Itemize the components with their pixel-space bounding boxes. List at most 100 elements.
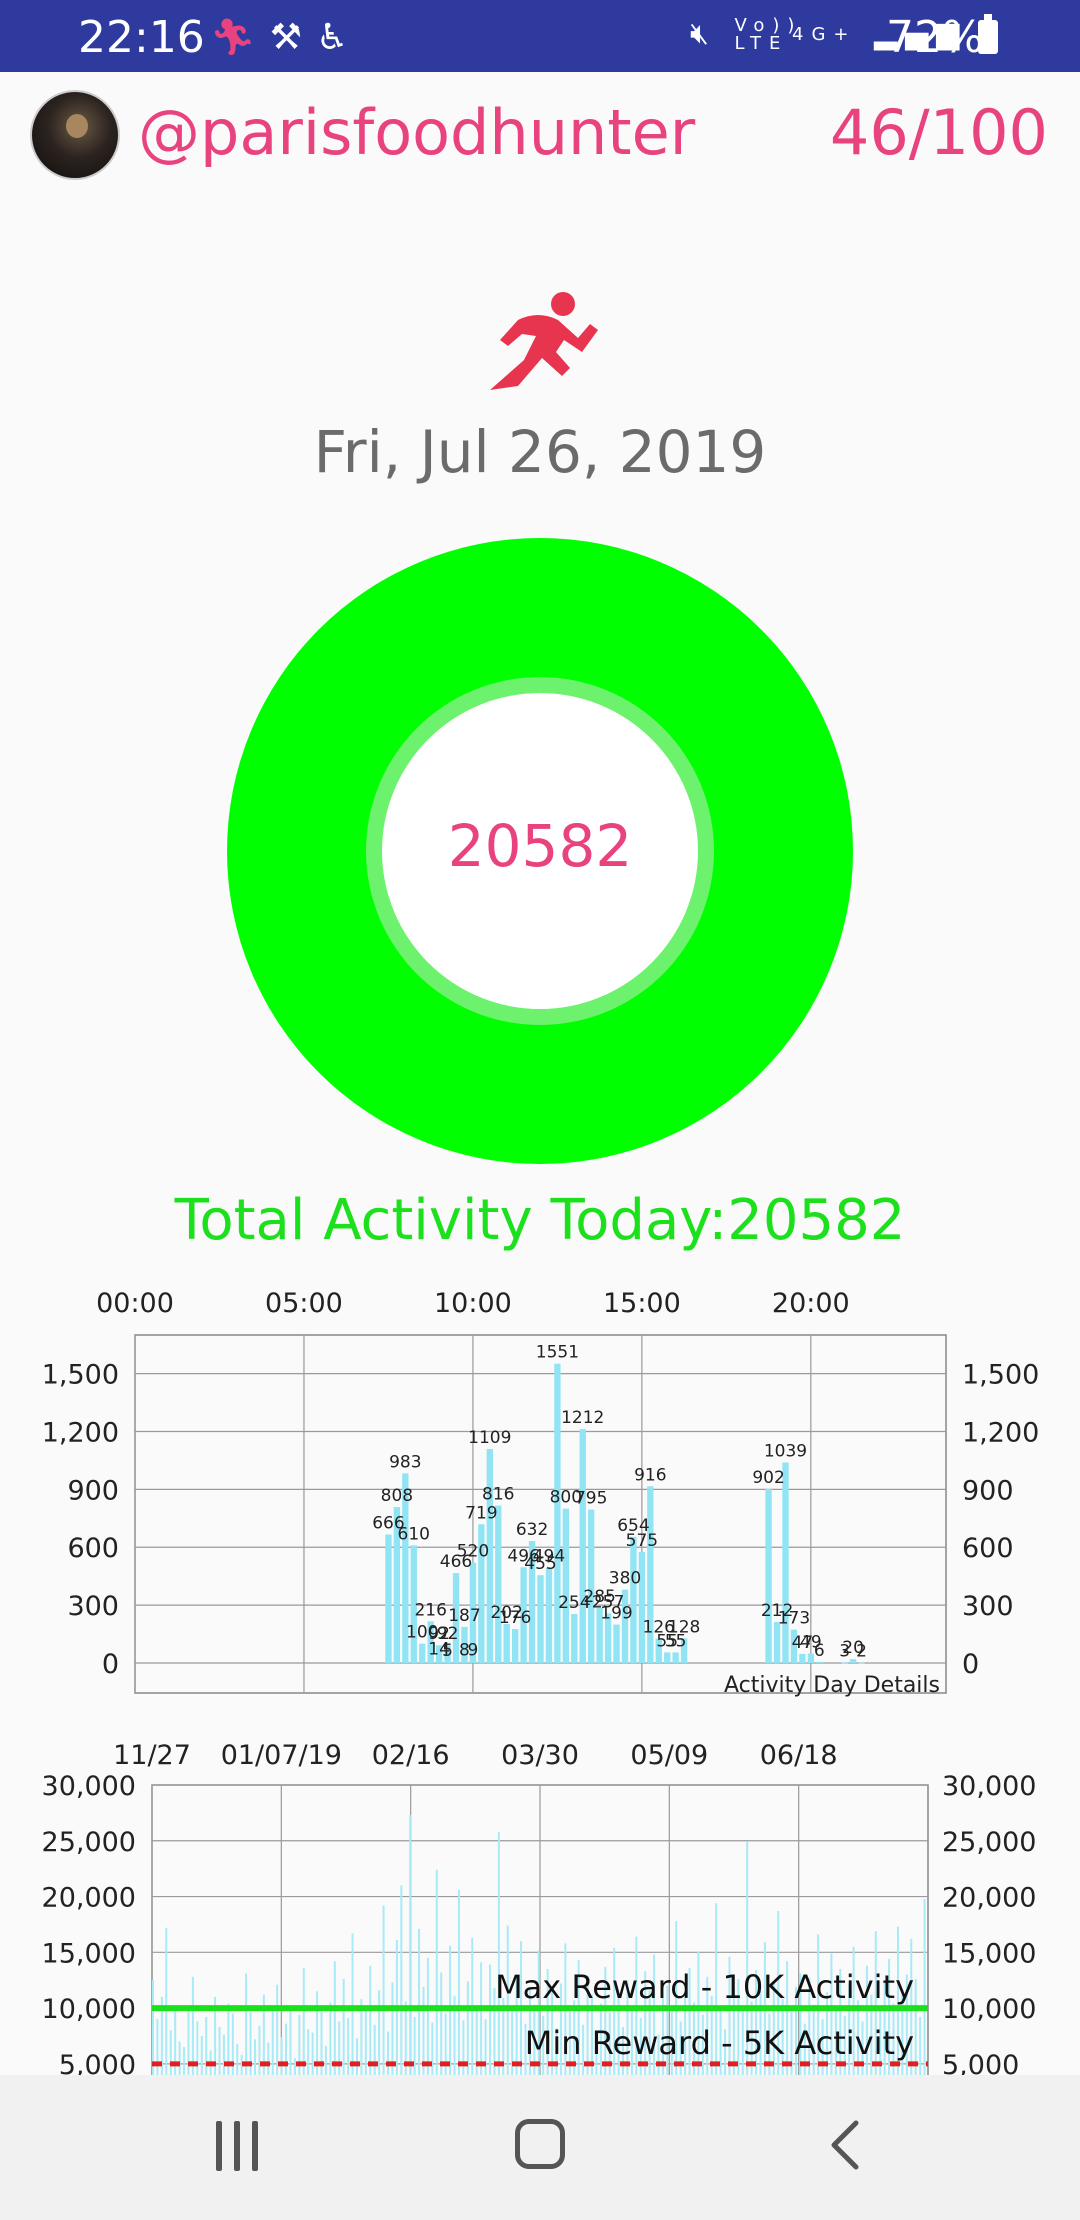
history-bar — [271, 2010, 274, 2075]
history-bar — [351, 1933, 354, 2075]
history-bar — [191, 1976, 194, 2075]
volte-icon: Vo)) LTE — [734, 14, 803, 54]
broom-icon: ⚒ — [269, 17, 316, 58]
history-bar — [156, 2019, 159, 2075]
history-bar — [355, 2038, 358, 2075]
activity-bar — [545, 1567, 553, 1663]
history-bar — [218, 2027, 221, 2075]
y-tick-label-left: 300 — [67, 1591, 119, 1622]
history-bar — [484, 2019, 487, 2075]
bar-value-label: 2 — [856, 1642, 867, 1662]
history-bar — [497, 1831, 500, 2075]
avatar[interactable] — [30, 90, 120, 180]
history-bar — [285, 2023, 288, 2075]
history-bar — [196, 2021, 199, 2075]
history-bar — [169, 2030, 172, 2075]
history-bar — [378, 1990, 381, 2075]
history-activity-chart[interactable]: Max Reward - 10K Activity Min Reward - 5K… — [0, 1730, 1080, 2075]
bar-value-label: 173 — [778, 1609, 810, 1629]
activity-bar — [495, 1505, 502, 1663]
history-bar — [293, 2058, 296, 2075]
x-tick-label: 00:00 — [96, 1288, 174, 1319]
y-tick-label-left: 0 — [102, 1649, 119, 1680]
history-bar — [382, 1905, 385, 2075]
y-tick-label-right: 300 — [962, 1591, 1014, 1622]
history-bar — [267, 2042, 270, 2075]
activity-bar — [419, 1643, 426, 1663]
y-tick-label-right: 20,000 — [942, 1883, 1036, 1914]
activity-bar — [858, 1662, 865, 1664]
history-bar — [245, 1973, 248, 2075]
history-bar — [440, 1972, 443, 2075]
activity-bar — [782, 1462, 789, 1663]
history-bar — [457, 1889, 460, 2075]
x-tick-label: 02/16 — [372, 1740, 450, 1771]
username[interactable]: @parisfoodhunter — [138, 96, 695, 169]
activity-bar — [765, 1488, 772, 1663]
history-bar — [387, 2031, 390, 2075]
max-reward-label: Max Reward - 10K Activity — [495, 1968, 914, 2006]
running-notification-icon: 🏃︎ — [210, 17, 270, 58]
battery-icon — [978, 14, 998, 54]
history-bar — [919, 2017, 922, 2075]
history-bar — [236, 2043, 239, 2075]
history-bar — [342, 1979, 345, 2075]
history-bar — [178, 2041, 181, 2075]
history-bar — [338, 2021, 341, 2075]
x-tick-label: 05/09 — [630, 1740, 708, 1771]
bar-value-label: 176 — [499, 1608, 531, 1628]
activity-bar — [503, 1624, 510, 1663]
history-bar — [480, 1962, 483, 2075]
history-bar — [222, 2034, 225, 2075]
history-bar — [280, 2037, 283, 2075]
history-bar — [466, 1981, 469, 2075]
history-bar — [418, 1928, 421, 2075]
history-bar — [435, 1869, 438, 2075]
activity-bar — [613, 1624, 620, 1663]
recent-apps-button[interactable] — [214, 2121, 262, 2171]
bar-value-label: 1039 — [764, 1442, 807, 1462]
bar-value-label: 92 — [437, 1624, 459, 1644]
bar-value-label: 983 — [389, 1452, 421, 1472]
activity-ring-value: 20582 — [447, 812, 633, 880]
chart-caption: Activity Day Details — [724, 1673, 940, 1698]
history-bar — [258, 2025, 261, 2075]
activity-bar — [385, 1534, 392, 1663]
activity-bar — [579, 1429, 586, 1663]
y-tick-label-left: 15,000 — [42, 1938, 136, 1969]
bar-value-label: 719 — [465, 1503, 497, 1523]
y-tick-label-left: 1,200 — [42, 1417, 119, 1448]
y-tick-label-left: 5,000 — [59, 2050, 136, 2075]
x-tick-label: 03/30 — [501, 1740, 579, 1771]
home-button[interactable] — [515, 2119, 565, 2169]
back-button[interactable] — [820, 2115, 870, 2175]
y-tick-label-right: 15,000 — [942, 1938, 1036, 1969]
history-bar — [923, 1898, 926, 2075]
bar-value-label: 795 — [575, 1489, 607, 1509]
history-bar — [914, 1979, 917, 2075]
4g-icon: 4G+ — [792, 24, 857, 45]
bar-value-label: 380 — [609, 1569, 641, 1589]
bar-value-label: 808 — [381, 1486, 413, 1506]
y-tick-label-right: 1,500 — [962, 1360, 1039, 1391]
history-bar — [347, 2018, 350, 2075]
activity-bar — [664, 1652, 671, 1663]
bar-value-label: 216 — [414, 1600, 446, 1620]
activity-bar — [537, 1575, 544, 1663]
y-tick-label-left: 10,000 — [42, 1994, 136, 2025]
history-bar — [165, 1927, 168, 2075]
history-bar — [329, 2002, 332, 2075]
bar-value-label: 610 — [398, 1524, 430, 1544]
status-time: 22:16 — [78, 12, 205, 63]
total-activity-label: Total Activity Today:20582 — [174, 1188, 906, 1253]
bar-value-label: 1551 — [536, 1343, 579, 1363]
history-bar — [311, 2032, 314, 2075]
activity-bar — [841, 1662, 848, 1664]
daily-activity-chart[interactable]: 145 8966680898361010021692924661875207191… — [0, 1280, 1080, 1710]
activity-bar — [630, 1536, 637, 1663]
bar-value-label: 494 — [533, 1547, 565, 1567]
y-tick-label-right: 600 — [962, 1533, 1014, 1564]
x-tick-label: 11/27 — [113, 1740, 191, 1771]
y-tick-label-left: 900 — [67, 1475, 119, 1506]
history-bar — [462, 2020, 465, 2075]
